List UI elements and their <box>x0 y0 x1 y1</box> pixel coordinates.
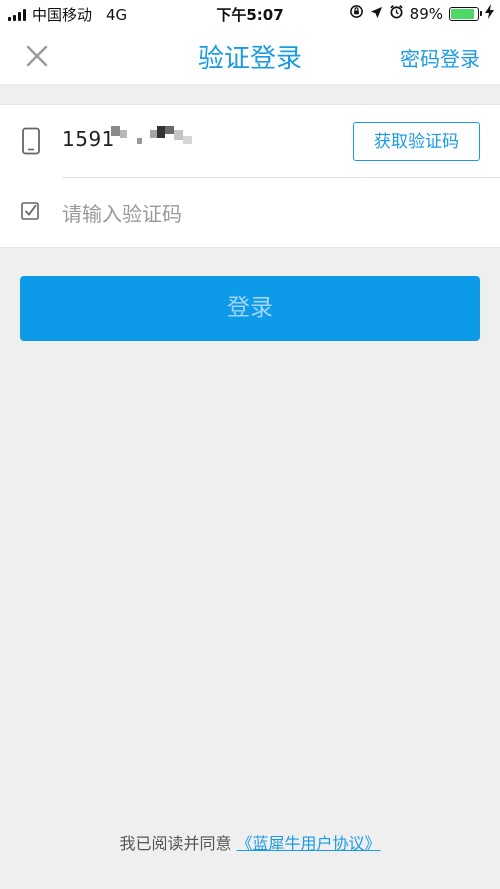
battery-level <box>451 8 475 19</box>
orientation-lock-icon <box>349 4 364 23</box>
phone-row: 1591 获取验证码 <box>0 105 500 177</box>
agreement-prefix: 我已阅读并同意 <box>119 834 232 853</box>
agreement-text: 我已阅读并同意 《蓝犀牛用户协议》 <box>0 830 500 854</box>
checkbox-icon <box>20 201 42 229</box>
login-button[interactable]: 登录 <box>20 276 480 341</box>
login-form: 1591 获取验证码 <box>0 104 500 248</box>
location-arrow-icon <box>370 5 383 23</box>
password-login-link[interactable]: 密码登录 <box>400 43 480 72</box>
phone-icon <box>20 127 42 155</box>
nav-bar: 验证登录 密码登录 <box>0 28 500 84</box>
user-agreement-link[interactable]: 《蓝犀牛用户协议》 <box>237 834 381 853</box>
status-bar: 中国移动 4G 下午5:07 89% <box>0 0 500 28</box>
get-code-button[interactable]: 获取验证码 <box>353 122 480 161</box>
battery-icon <box>449 6 482 21</box>
phone-number[interactable]: 1591 <box>62 127 115 151</box>
code-row <box>0 177 500 249</box>
battery-percent: 89% <box>409 4 443 23</box>
status-right: 89% <box>349 4 494 23</box>
verification-code-input[interactable] <box>62 197 482 231</box>
alarm-icon <box>389 4 404 23</box>
charging-bolt-icon <box>485 4 494 23</box>
